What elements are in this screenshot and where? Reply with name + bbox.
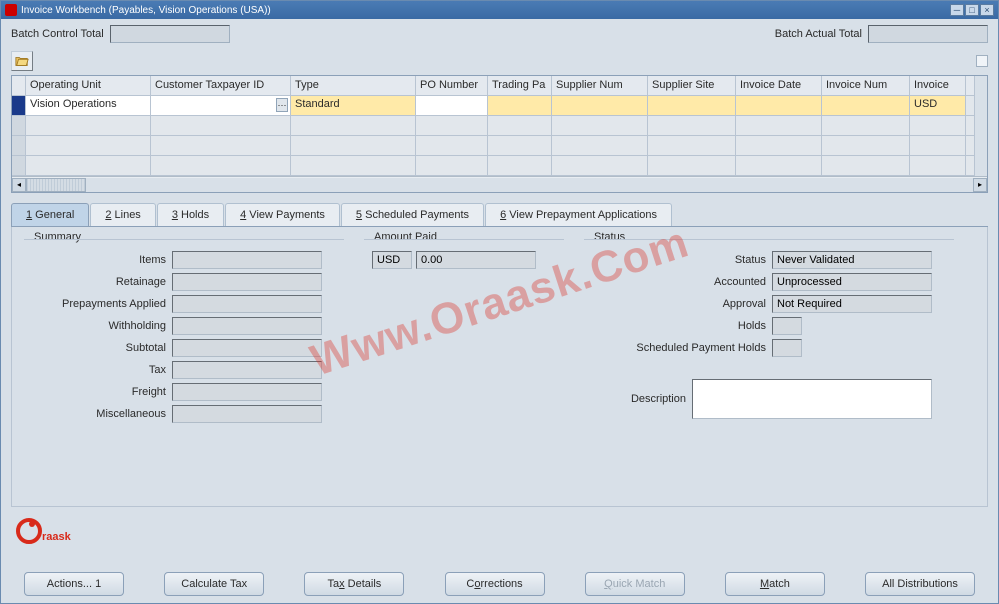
cell-invoice-num[interactable] xyxy=(822,96,910,116)
corrections-button[interactable]: Corrections xyxy=(445,572,545,596)
batch-control-label: Batch Control Total xyxy=(11,28,104,40)
scroll-left-button[interactable]: ◂ xyxy=(12,178,26,192)
general-panel: Summary Items Retainage Prepayments Appl… xyxy=(11,227,988,507)
col-type[interactable]: Type xyxy=(291,76,416,96)
batch-actual-label: Batch Actual Total xyxy=(775,28,862,40)
match-button[interactable]: Match xyxy=(725,572,825,596)
cell-customer-taxpayer[interactable]: ⋯ xyxy=(151,96,291,116)
col-customer-taxpayer[interactable]: Customer Taxpayer ID xyxy=(151,76,291,96)
cell-trading-pa[interactable] xyxy=(488,96,552,116)
tax-details-button[interactable]: Tax Details xyxy=(304,572,404,596)
col-overflow xyxy=(966,76,975,96)
tab-bar: 1 General 2 Lines 3 Holds 4 View Payment… xyxy=(11,203,988,227)
horizontal-scrollbar[interactable]: ◂ ▸ xyxy=(12,176,987,192)
col-invoice-date[interactable]: Invoice Date xyxy=(736,76,822,96)
app-window: Invoice Workbench (Payables, Vision Oper… xyxy=(0,0,999,604)
close-button[interactable]: × xyxy=(980,4,994,16)
batch-totals-row: Batch Control Total Batch Actual Total xyxy=(11,25,988,43)
table-row xyxy=(12,116,987,136)
cell-type[interactable]: Standard xyxy=(291,96,416,116)
grid-body: Vision Operations ⋯ Standard USD xyxy=(12,96,987,176)
summary-section: Summary Items Retainage Prepayments Appl… xyxy=(24,239,344,435)
cell-invoice[interactable]: USD xyxy=(910,96,966,116)
oraask-logo: raask xyxy=(16,514,71,548)
table-row[interactable]: Vision Operations ⋯ Standard USD xyxy=(12,96,987,116)
row-selector-header xyxy=(12,76,26,96)
minimize-button[interactable]: ─ xyxy=(950,4,964,16)
col-trading-pa[interactable]: Trading Pa xyxy=(488,76,552,96)
lov-button[interactable]: ⋯ xyxy=(276,98,288,112)
logo-o-icon xyxy=(16,518,42,544)
invoice-grid: Operating Unit Customer Taxpayer ID Type… xyxy=(11,75,988,193)
col-invoice[interactable]: Invoice xyxy=(910,76,966,96)
titlebar: Invoice Workbench (Payables, Vision Oper… xyxy=(1,1,998,19)
tab-view-payments[interactable]: 4 View Payments xyxy=(225,203,340,226)
window-title: Invoice Workbench (Payables, Vision Oper… xyxy=(21,5,950,16)
all-distributions-button[interactable]: All Distributions xyxy=(865,572,975,596)
calculate-tax-button[interactable]: Calculate Tax xyxy=(164,572,264,596)
tab-general[interactable]: 1 General xyxy=(11,203,89,226)
scroll-right-button[interactable]: ▸ xyxy=(973,178,987,192)
col-supplier-site[interactable]: Supplier Site xyxy=(648,76,736,96)
cell-supplier-num[interactable] xyxy=(552,96,648,116)
content-area: Batch Control Total Batch Actual Total O… xyxy=(1,19,998,513)
maximize-button[interactable]: □ xyxy=(965,4,979,16)
folder-open-button[interactable] xyxy=(11,51,33,71)
cell-operating-unit[interactable]: Vision Operations xyxy=(26,96,151,116)
grid-corner-checkbox[interactable] xyxy=(976,55,988,67)
tab-holds[interactable]: 3 Holds xyxy=(157,203,224,226)
cell-invoice-date[interactable] xyxy=(736,96,822,116)
oracle-icon xyxy=(5,4,17,16)
col-invoice-num[interactable]: Invoice Num xyxy=(822,76,910,96)
tab-scheduled-payments[interactable]: 5 Scheduled Payments xyxy=(341,203,484,226)
grid-toolbar xyxy=(11,51,988,71)
actions-button[interactable]: Actions... 1 xyxy=(24,572,124,596)
cell-supplier-site[interactable] xyxy=(648,96,736,116)
col-supplier-num[interactable]: Supplier Num xyxy=(552,76,648,96)
tab-view-prepayment[interactable]: 6 View Prepayment Applications xyxy=(485,203,672,226)
table-row xyxy=(12,156,987,176)
quick-match-button: Quick Match xyxy=(585,572,685,596)
col-operating-unit[interactable]: Operating Unit xyxy=(26,76,151,96)
grid-header: Operating Unit Customer Taxpayer ID Type… xyxy=(12,76,987,96)
action-button-row: Actions... 1 Calculate Tax Tax Details C… xyxy=(0,572,999,596)
col-po-number[interactable]: PO Number xyxy=(416,76,488,96)
status-section: Status StatusNever Validated AccountedUn… xyxy=(584,239,954,435)
scroll-thumb[interactable] xyxy=(26,178,86,192)
tab-lines[interactable]: 2 Lines xyxy=(90,203,155,226)
folder-open-icon xyxy=(15,54,29,68)
batch-actual-field[interactable] xyxy=(868,25,988,43)
batch-control-field[interactable] xyxy=(110,25,230,43)
amount-paid-section: Amount Paid USD 0.00 xyxy=(364,239,564,435)
cell-po-number[interactable] xyxy=(416,96,488,116)
table-row xyxy=(12,136,987,156)
row-selector[interactable] xyxy=(12,96,26,116)
